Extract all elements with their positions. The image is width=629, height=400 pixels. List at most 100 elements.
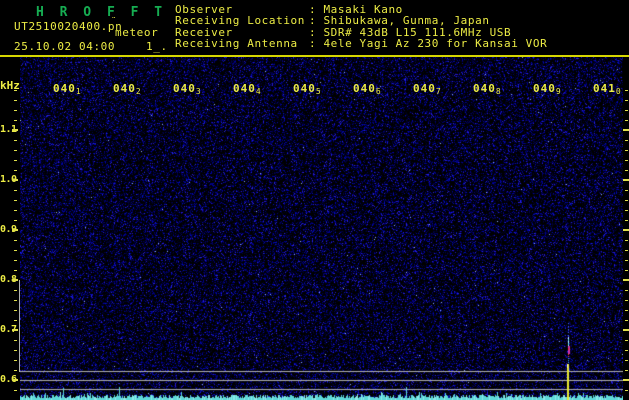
axis-tick: [623, 129, 629, 131]
axis-tick: [625, 250, 628, 251]
x-axis-label: 0409: [533, 82, 561, 96]
axis-tick: [14, 300, 17, 301]
axis-tick: [14, 310, 17, 311]
axis-tick: [625, 110, 628, 111]
signal-panel-left-border: [19, 280, 20, 372]
info-label: Observer: [175, 3, 309, 14]
app-title: H R O F F T: [36, 5, 166, 20]
x-axis-label-minute-digit: 5: [316, 87, 321, 96]
axis-tick: [14, 360, 17, 361]
x-axis-label-main: 040: [233, 82, 256, 95]
axis-tick: [14, 140, 17, 141]
x-axis-label-minute-digit: 9: [556, 87, 561, 96]
axis-tick: [623, 229, 629, 231]
axis-tick: [14, 260, 17, 261]
axis-tick: [625, 210, 628, 211]
axis-tick: [14, 240, 17, 241]
axis-tick: [625, 220, 628, 221]
axis-tick: [625, 270, 628, 271]
info-row-receiver: Receiver : SDR# 43dB L15 111.6MHz USB: [175, 26, 547, 37]
x-axis-label: 0410: [593, 82, 621, 96]
axis-tick: [14, 160, 17, 161]
axis-tick: [14, 150, 17, 151]
axis-tick: [625, 290, 628, 291]
x-axis-label-minute-digit: 3: [196, 87, 201, 96]
x-axis-label-main: 040: [293, 82, 316, 95]
axis-tick: [14, 170, 17, 171]
output-filename: UT2510020400.pn: [14, 20, 122, 33]
info-label: Receiving Antenna: [175, 37, 309, 48]
x-axis-label-main: 040: [473, 82, 496, 95]
x-axis-label: 0408: [473, 82, 501, 96]
axis-tick: [625, 120, 628, 121]
axis-tick: [625, 200, 628, 201]
info-value: : SDR# 43dB L15 111.6MHz USB: [309, 26, 511, 37]
x-axis-label-main: 040: [353, 82, 376, 95]
x-axis-label-minute-digit: 7: [436, 87, 441, 96]
hrofft-spectrogram-window: H R O F F T UT2510020400.pn ¨ meteor 25.…: [0, 0, 629, 400]
x-axis-label: 0403: [173, 82, 201, 96]
axis-tick: [625, 300, 628, 301]
info-label: Receiver: [175, 26, 309, 37]
axis-tick: [625, 260, 628, 261]
axis-tick: [12, 179, 18, 181]
axis-tick: [14, 350, 17, 351]
axis-tick: [14, 100, 17, 101]
x-axis-label-minute-digit: 1: [76, 87, 81, 96]
axis-tick: [14, 250, 17, 251]
axis-tick: [14, 270, 17, 271]
x-axis-label-main: 040: [173, 82, 196, 95]
axis-tick: [14, 290, 17, 291]
axis-tick: [623, 379, 629, 381]
axis-tick: [625, 310, 628, 311]
axis-tick: [14, 190, 17, 191]
axis-tick: [14, 320, 17, 321]
axis-tick: [625, 350, 628, 351]
observer-info-block: Observer : Masaki Kano Receiving Locatio…: [175, 3, 547, 49]
frame-counter: 1_.: [146, 40, 168, 53]
info-label: Receiving Location: [175, 14, 309, 25]
x-axis-label-main: 040: [53, 82, 76, 95]
info-value: : Shibukawa, Gunma, Japan: [309, 14, 490, 25]
info-row-observer: Observer : Masaki Kano: [175, 3, 547, 14]
axis-tick: [14, 370, 17, 371]
x-axis-label-main: 041: [593, 82, 616, 95]
info-value: : Masaki Kano: [309, 3, 403, 14]
axis-tick: [14, 220, 17, 221]
axis-tick: [12, 329, 18, 331]
x-axis-label-minute-digit: 8: [496, 87, 501, 96]
x-axis-label-minute-digit: 2: [136, 87, 141, 96]
axis-tick: [625, 390, 628, 391]
x-axis-label: 0406: [353, 82, 381, 96]
x-axis-label-main: 040: [113, 82, 136, 95]
x-axis-label: 0407: [413, 82, 441, 96]
x-axis-label: 0405: [293, 82, 321, 96]
frame-datetime: 25.10.02 04:00: [14, 40, 115, 53]
axis-tick: [14, 210, 17, 211]
info-row-location: Receiving Location : Shibukawa, Gunma, J…: [175, 14, 547, 25]
axis-tick: [625, 320, 628, 321]
axis-tick: [625, 170, 628, 171]
axis-tick: [623, 179, 629, 181]
axis-tick: [14, 90, 17, 91]
axis-tick: [14, 340, 17, 341]
axis-tick: [625, 160, 628, 161]
axis-tick: [14, 200, 17, 201]
info-value: : 4ele Yagi Az 230 for Kansai VOR: [309, 37, 547, 48]
axis-tick: [623, 279, 629, 281]
x-axis-label: 0401: [53, 82, 81, 96]
spectrogram-plot: [20, 57, 623, 400]
axis-tick: [12, 229, 18, 231]
axis-tick: [14, 390, 17, 391]
axis-tick: [625, 190, 628, 191]
axis-tick: [625, 100, 628, 101]
axis-tick: [625, 90, 628, 91]
axis-tick: [623, 329, 629, 331]
axis-tick: [625, 150, 628, 151]
axis-tick: [625, 360, 628, 361]
axis-tick: [12, 129, 18, 131]
axis-tick: [14, 110, 17, 111]
x-axis-label: 0404: [233, 82, 261, 96]
axis-tick: [12, 279, 18, 281]
x-axis-label-main: 040: [413, 82, 436, 95]
